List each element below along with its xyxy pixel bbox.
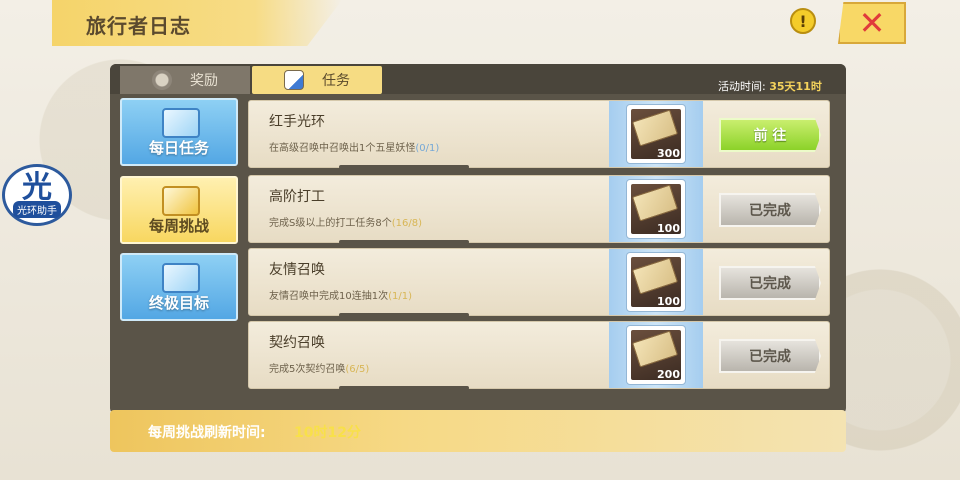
helper-logo-text: 光 [22, 169, 52, 205]
row-divider [339, 386, 469, 390]
reward-item[interactable]: 100 [627, 253, 685, 311]
task-progress: (0/1) [415, 143, 440, 154]
task-desc: 友情召唤中完成10连抽1次(1/1) [269, 287, 412, 302]
task-desc: 完成S级以上的打工任务8个(16/8) [269, 214, 422, 229]
go-button[interactable]: 前 往 [719, 118, 821, 152]
refresh-label: 每周挑战刷新时间: [148, 425, 266, 441]
daily-scroll-icon [162, 108, 200, 138]
reward-count: 100 [657, 295, 680, 308]
refresh-time: 10时12分 [294, 425, 361, 441]
sidebar-item-label: 每日任务 [148, 139, 209, 157]
task-desc: 在高级召唤中召唤出1个五星妖怪(0/1) [269, 139, 439, 154]
tab-rewards[interactable]: 奖励 [120, 66, 250, 94]
badge-icon [152, 70, 172, 90]
task-desc: 完成5次契约召唤(6/5) [269, 360, 369, 375]
weekly-cards-icon [162, 186, 200, 216]
notepad-icon [284, 70, 304, 90]
tab-rewards-label: 奖励 [190, 73, 218, 89]
task-name: 红手光环 [269, 114, 325, 130]
sidebar-item-weekly[interactable]: 每周挑战 [120, 176, 238, 244]
task-progress: (6/5) [345, 364, 370, 375]
task-row: 高阶打工 完成S级以上的打工任务8个(16/8) 100 已完成 [248, 175, 830, 244]
completed-button[interactable]: 已完成 [719, 266, 821, 300]
task-desc-text: 完成S级以上的打工任务8个 [269, 218, 392, 229]
info-icon[interactable]: ! [790, 8, 816, 34]
reward-item[interactable]: 100 [627, 180, 685, 238]
task-progress: (16/8) [391, 218, 422, 229]
task-name: 友情召唤 [269, 262, 325, 278]
sidebar-item-ultimate[interactable]: 终极目标 [120, 253, 238, 321]
row-divider [339, 240, 469, 244]
task-name: 高阶打工 [269, 189, 325, 205]
activity-time: 活动时间: 35天11时 [718, 78, 822, 94]
reward-count: 200 [657, 368, 680, 381]
sidebar-item-label: 终极目标 [148, 294, 209, 312]
activity-time-label: 活动时间: [718, 80, 766, 93]
ultimate-notebook-icon [162, 263, 200, 293]
row-divider [339, 313, 469, 317]
sidebar-item-label: 每周挑战 [148, 217, 209, 235]
task-row: 红手光环 在高级召唤中召唤出1个五星妖怪(0/1) 300 前 往 [248, 100, 830, 169]
task-list[interactable]: 红手光环 在高级召唤中召唤出1个五星妖怪(0/1) 300 前 往 高阶打工 完… [244, 98, 834, 404]
row-divider [339, 165, 469, 169]
reward-item[interactable]: 200 [627, 326, 685, 384]
page-title: 旅行者日志 [86, 14, 191, 38]
task-progress: (1/1) [388, 291, 412, 302]
tab-tasks-label: 任务 [322, 73, 350, 89]
task-desc-text: 完成5次契约召唤 [269, 364, 346, 375]
reward-item[interactable]: 300 [627, 105, 685, 163]
reward-count: 100 [657, 222, 680, 235]
reward-count: 300 [657, 147, 680, 160]
helper-label: 光环助手 [13, 200, 61, 218]
completed-button[interactable]: 已完成 [719, 193, 821, 227]
task-name: 契约召唤 [269, 335, 325, 351]
helper-floating-button[interactable]: 光 光环助手 [2, 164, 72, 226]
activity-time-value: 35天11时 [769, 80, 822, 93]
task-row: 契约召唤 完成5次契约召唤(6/5) 200 已完成 [248, 321, 830, 390]
completed-button[interactable]: 已完成 [719, 339, 821, 373]
close-button[interactable]: ✕ [838, 2, 906, 44]
task-desc-text: 友情召唤中完成10连抽1次 [269, 291, 389, 302]
tab-tasks[interactable]: 任务 [252, 66, 382, 94]
task-desc-text: 在高级召唤中召唤出1个五星妖怪 [269, 143, 416, 154]
task-row: 友情召唤 友情召唤中完成10连抽1次(1/1) 100 已完成 [248, 248, 830, 317]
sidebar-item-daily[interactable]: 每日任务 [120, 98, 238, 166]
